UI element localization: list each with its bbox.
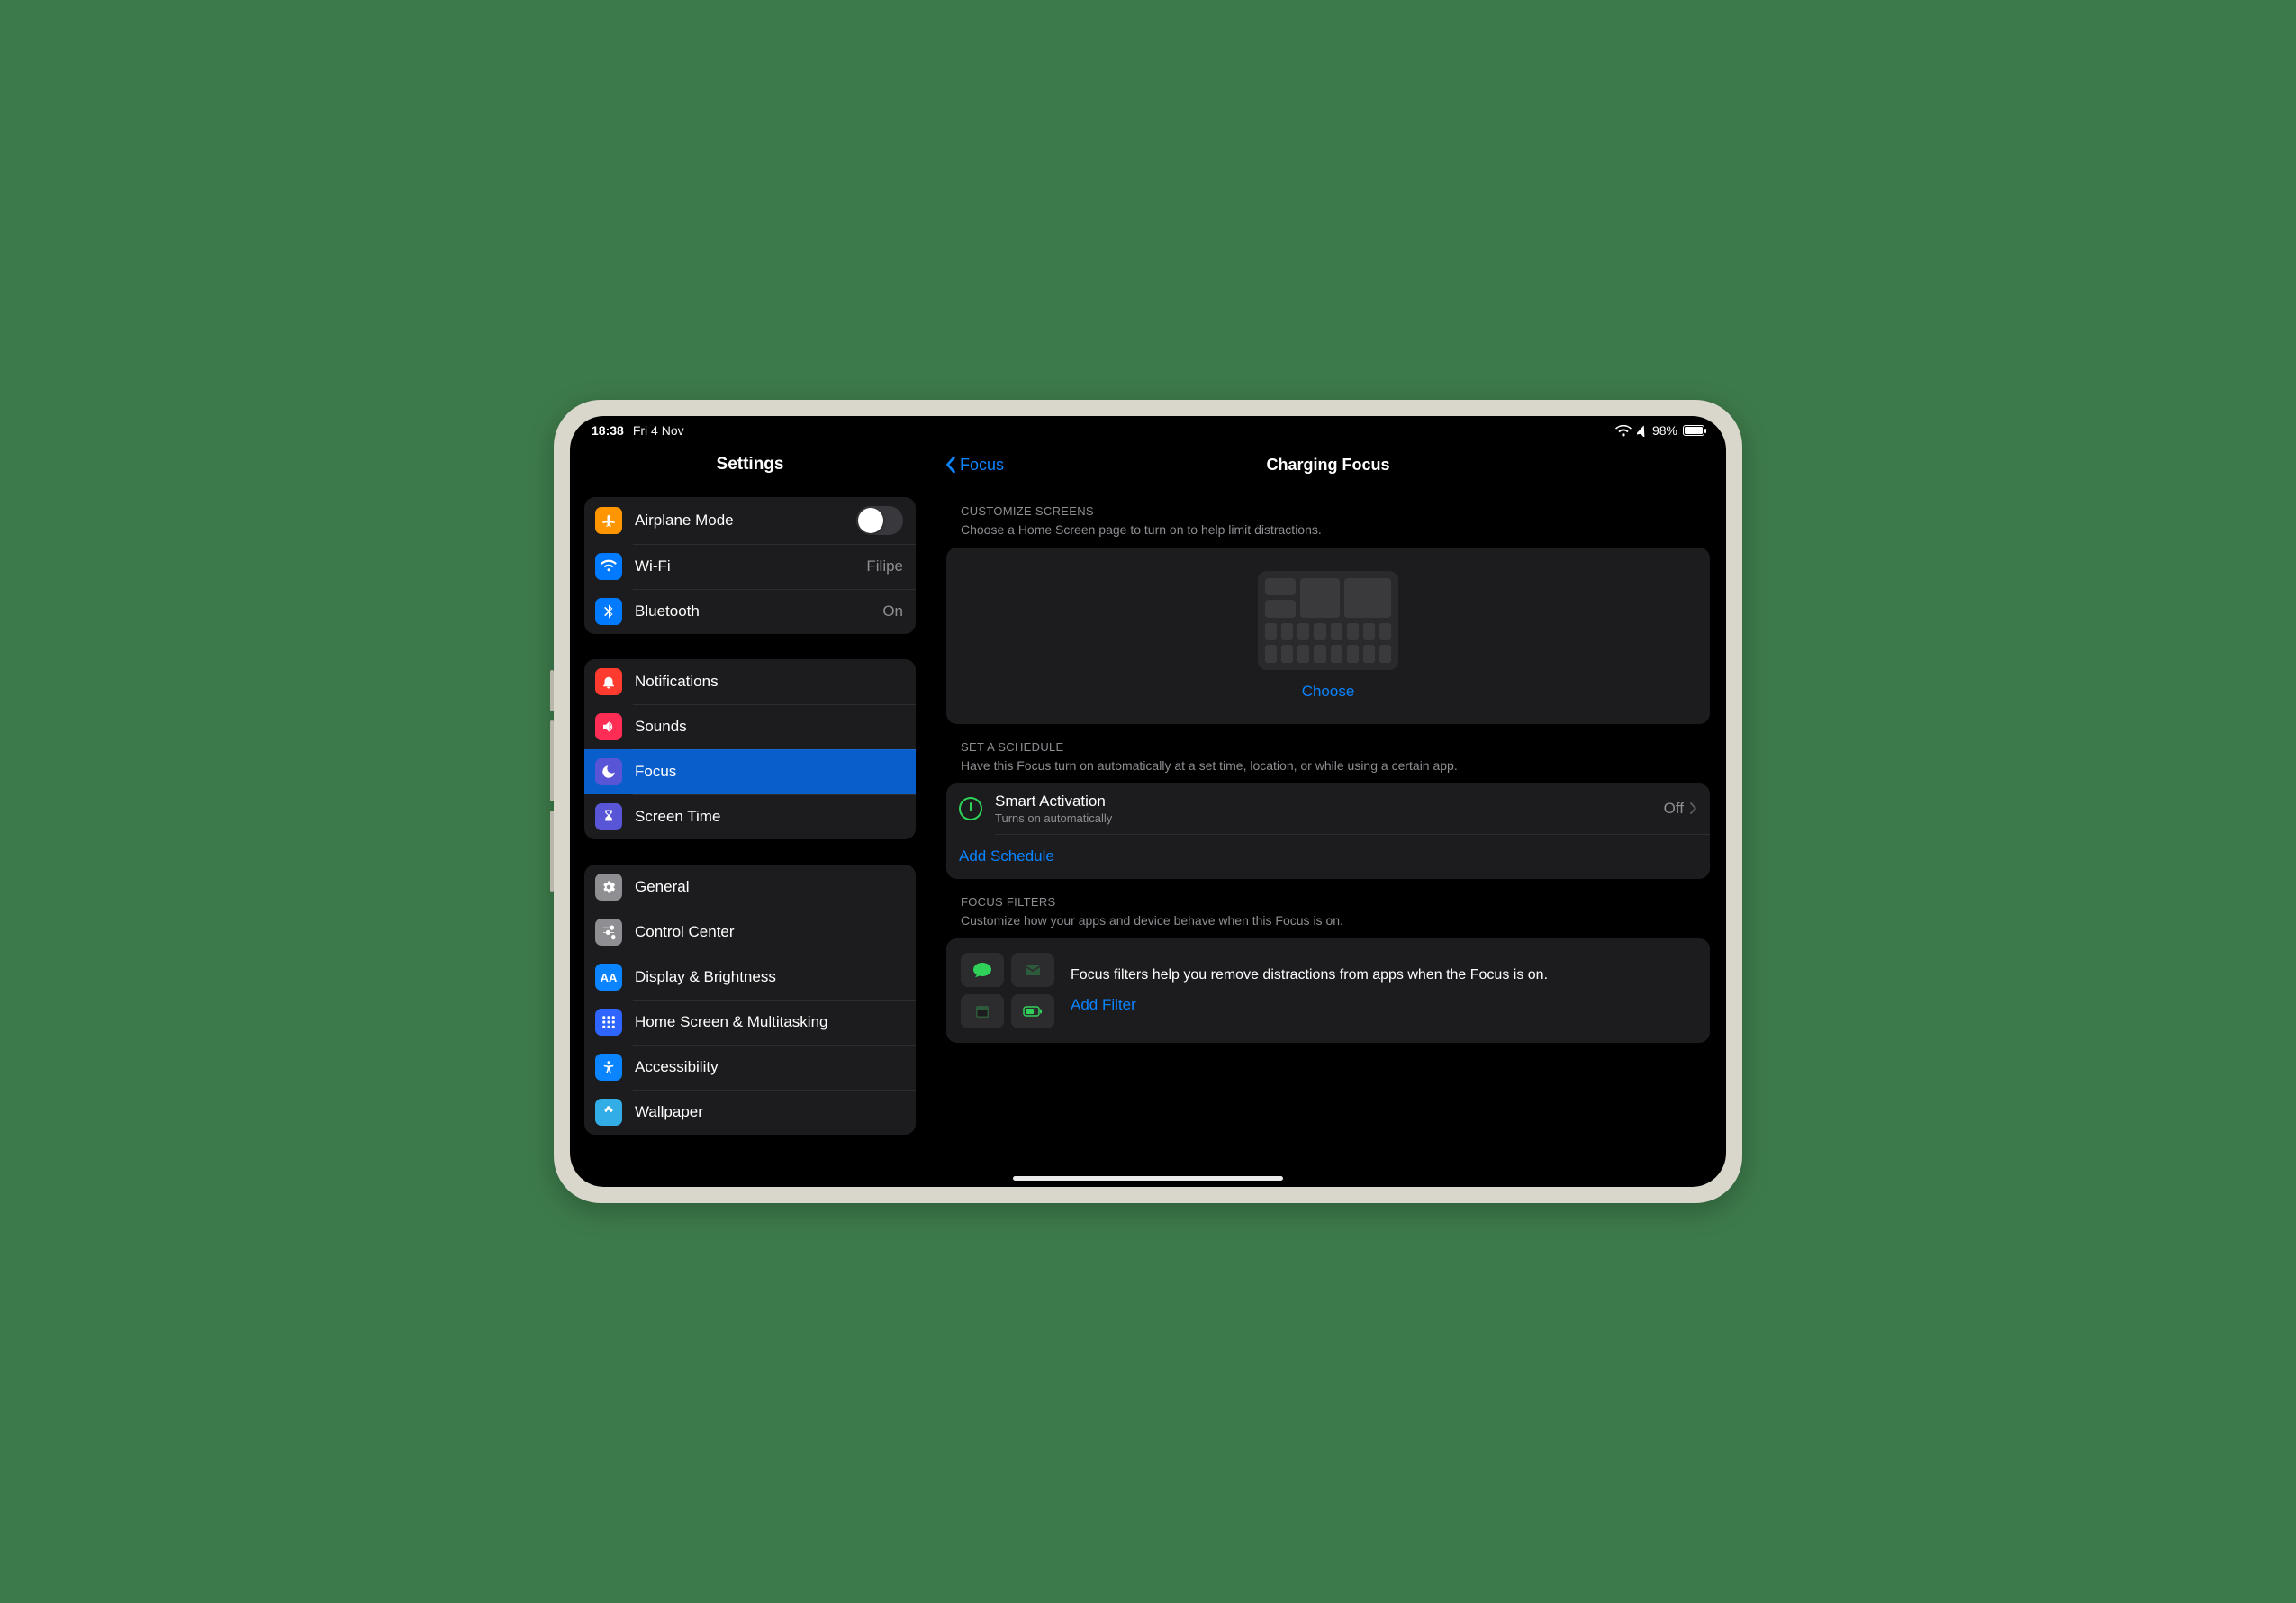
accessibility-icon bbox=[595, 1054, 622, 1081]
sidebar-item-accessibility[interactable]: Accessibility bbox=[584, 1045, 916, 1090]
back-label: Focus bbox=[960, 456, 1004, 475]
text-size-icon: AA bbox=[595, 964, 622, 991]
sidebar-item-airplane-mode[interactable]: Airplane Mode bbox=[584, 497, 916, 544]
hourglass-icon bbox=[595, 803, 622, 830]
wifi-settings-icon bbox=[595, 553, 622, 580]
sidebar-item-wallpaper[interactable]: Wallpaper bbox=[584, 1090, 916, 1135]
sidebar-item-home-screen[interactable]: Home Screen & Multitasking bbox=[584, 1000, 916, 1045]
gear-icon bbox=[595, 874, 622, 901]
status-right: 98% bbox=[1615, 423, 1704, 438]
battery-icon bbox=[1683, 425, 1704, 436]
back-button[interactable]: Focus bbox=[945, 456, 1004, 475]
sidebar-item-control-center[interactable]: Control Center bbox=[584, 910, 916, 955]
sliders-icon bbox=[595, 919, 622, 946]
sidebar-item-bluetooth[interactable]: Bluetooth On bbox=[584, 589, 916, 634]
moon-icon bbox=[595, 758, 622, 785]
power-icon bbox=[959, 797, 982, 820]
sidebar-item-focus[interactable]: Focus bbox=[584, 749, 916, 794]
bell-icon bbox=[595, 668, 622, 695]
customize-heading: CUSTOMIZE SCREENS bbox=[946, 488, 1710, 521]
flower-icon bbox=[595, 1099, 622, 1126]
home-screen-preview bbox=[1258, 571, 1398, 670]
choose-button[interactable]: Choose bbox=[1302, 683, 1355, 701]
sidebar: Airplane Mode Wi-Fi Filipe Bluetooth On bbox=[570, 488, 930, 1187]
wifi-value: Filipe bbox=[866, 557, 903, 575]
wifi-icon bbox=[1615, 425, 1632, 437]
chevron-right-icon bbox=[1689, 802, 1697, 815]
status-bar: 18:38 Fri 4 Nov 98% bbox=[570, 416, 1726, 441]
schedule-card: Smart Activation Turns on automatically … bbox=[946, 783, 1710, 879]
battery-percent: 98% bbox=[1652, 423, 1677, 438]
filters-heading: FOCUS FILTERS bbox=[946, 879, 1710, 912]
customize-sub: Choose a Home Screen page to turn on to … bbox=[946, 521, 1710, 548]
add-filter-button[interactable]: Add Filter bbox=[1071, 996, 1695, 1014]
sidebar-item-general[interactable]: General bbox=[584, 865, 916, 910]
filters-sub: Customize how your apps and device behav… bbox=[946, 912, 1710, 938]
location-icon bbox=[1637, 425, 1647, 437]
smart-activation-value: Off bbox=[1664, 800, 1684, 818]
airplane-icon bbox=[595, 507, 622, 534]
schedule-sub: Have this Focus turn on automatically at… bbox=[946, 757, 1710, 783]
smart-activation-row[interactable]: Smart Activation Turns on automatically … bbox=[946, 783, 1710, 834]
bluetooth-icon bbox=[595, 598, 622, 625]
bluetooth-value: On bbox=[882, 602, 903, 620]
filters-card: Focus filters help you remove distractio… bbox=[946, 938, 1710, 1043]
battery-filter-icon bbox=[1011, 994, 1054, 1028]
page-title: Charging Focus bbox=[1266, 456, 1389, 475]
schedule-heading: SET A SCHEDULE bbox=[946, 724, 1710, 757]
sidebar-item-notifications[interactable]: Notifications bbox=[584, 659, 916, 704]
detail-pane: CUSTOMIZE SCREENS Choose a Home Screen p… bbox=[930, 488, 1726, 1187]
mail-icon bbox=[1011, 953, 1054, 987]
status-date: Fri 4 Nov bbox=[633, 423, 684, 438]
sidebar-item-screen-time[interactable]: Screen Time bbox=[584, 794, 916, 839]
filter-preview-grid bbox=[961, 953, 1054, 1028]
home-indicator[interactable] bbox=[1013, 1176, 1283, 1181]
sidebar-item-sounds[interactable]: Sounds bbox=[584, 704, 916, 749]
apps-grid-icon bbox=[595, 1009, 622, 1036]
status-time: 18:38 bbox=[592, 423, 624, 438]
customize-card[interactable]: Choose bbox=[946, 548, 1710, 724]
filters-description: Focus filters help you remove distractio… bbox=[1071, 967, 1695, 983]
sidebar-item-wifi[interactable]: Wi-Fi Filipe bbox=[584, 544, 916, 589]
calendar-icon bbox=[961, 994, 1004, 1028]
sidebar-item-display[interactable]: AA Display & Brightness bbox=[584, 955, 916, 1000]
speaker-icon bbox=[595, 713, 622, 740]
messages-icon bbox=[961, 953, 1004, 987]
add-schedule-button[interactable]: Add Schedule bbox=[946, 834, 1710, 879]
airplane-toggle[interactable] bbox=[856, 506, 903, 535]
sidebar-title: Settings bbox=[570, 441, 930, 488]
